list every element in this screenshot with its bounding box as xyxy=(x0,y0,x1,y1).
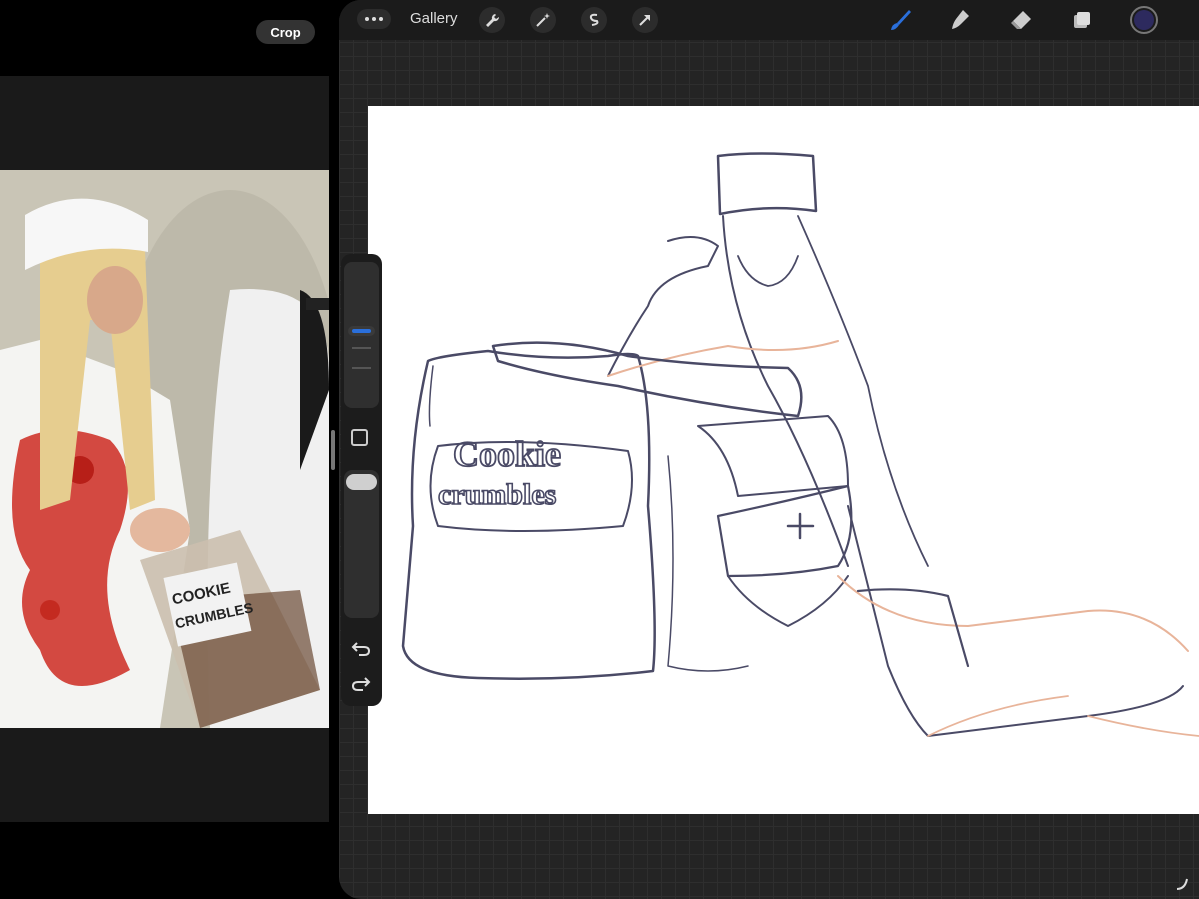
selection-button[interactable] xyxy=(581,7,607,33)
more-icon xyxy=(365,17,383,21)
drawing-app-pane: Gallery Cookie crumbles xyxy=(339,0,1199,899)
adjustments-button[interactable] xyxy=(530,7,556,33)
brush-icon[interactable] xyxy=(887,7,913,33)
letterbox-top xyxy=(0,76,329,170)
brush-size-indicator xyxy=(352,329,371,333)
reference-video-image: COOKIE CRUMBLES xyxy=(0,170,329,728)
modify-button[interactable] xyxy=(351,429,368,446)
side-brush-bar xyxy=(341,254,382,706)
brush-size-slider[interactable] xyxy=(344,262,379,408)
color-swatch[interactable] xyxy=(1130,6,1158,34)
redo-icon[interactable] xyxy=(351,674,371,692)
wrench-icon xyxy=(486,14,500,27)
slider-tick xyxy=(352,367,371,369)
slider-tick xyxy=(352,347,371,349)
bag-label-line1: Cookie xyxy=(453,434,561,474)
top-toolbar: Gallery xyxy=(339,0,1199,40)
brush-opacity-thumb[interactable] xyxy=(346,474,377,490)
reference-video-frame: COOKIE CRUMBLES xyxy=(0,170,329,728)
drawing-canvas[interactable]: Cookie crumbles xyxy=(368,106,1199,814)
current-color-fill xyxy=(1134,10,1154,30)
sketch-artwork: Cookie crumbles xyxy=(401,152,1199,737)
resize-corner-icon xyxy=(1176,878,1188,890)
magic-wand-icon xyxy=(536,13,550,27)
reference-video-pane[interactable]: Crop COOKIE CRUMBLES xyxy=(0,0,329,899)
selection-icon xyxy=(589,13,599,26)
layers-icon[interactable] xyxy=(1069,7,1095,33)
smudge-icon[interactable] xyxy=(947,7,973,33)
eraser-icon[interactable] xyxy=(1008,7,1034,33)
gallery-button[interactable]: Gallery xyxy=(410,10,458,27)
more-button[interactable] xyxy=(357,9,391,29)
transform-button[interactable] xyxy=(632,7,658,33)
actions-button[interactable] xyxy=(479,7,505,33)
brush-size-thumb[interactable] xyxy=(348,326,375,336)
letterbox-bottom xyxy=(0,728,329,822)
bag-label-line2: crumbles xyxy=(438,478,556,511)
split-view-divider-handle[interactable] xyxy=(331,430,335,470)
transform-arrow-icon xyxy=(639,15,650,26)
crop-button[interactable]: Crop xyxy=(256,20,315,44)
brush-opacity-slider[interactable] xyxy=(344,470,379,618)
undo-icon[interactable] xyxy=(351,639,371,657)
